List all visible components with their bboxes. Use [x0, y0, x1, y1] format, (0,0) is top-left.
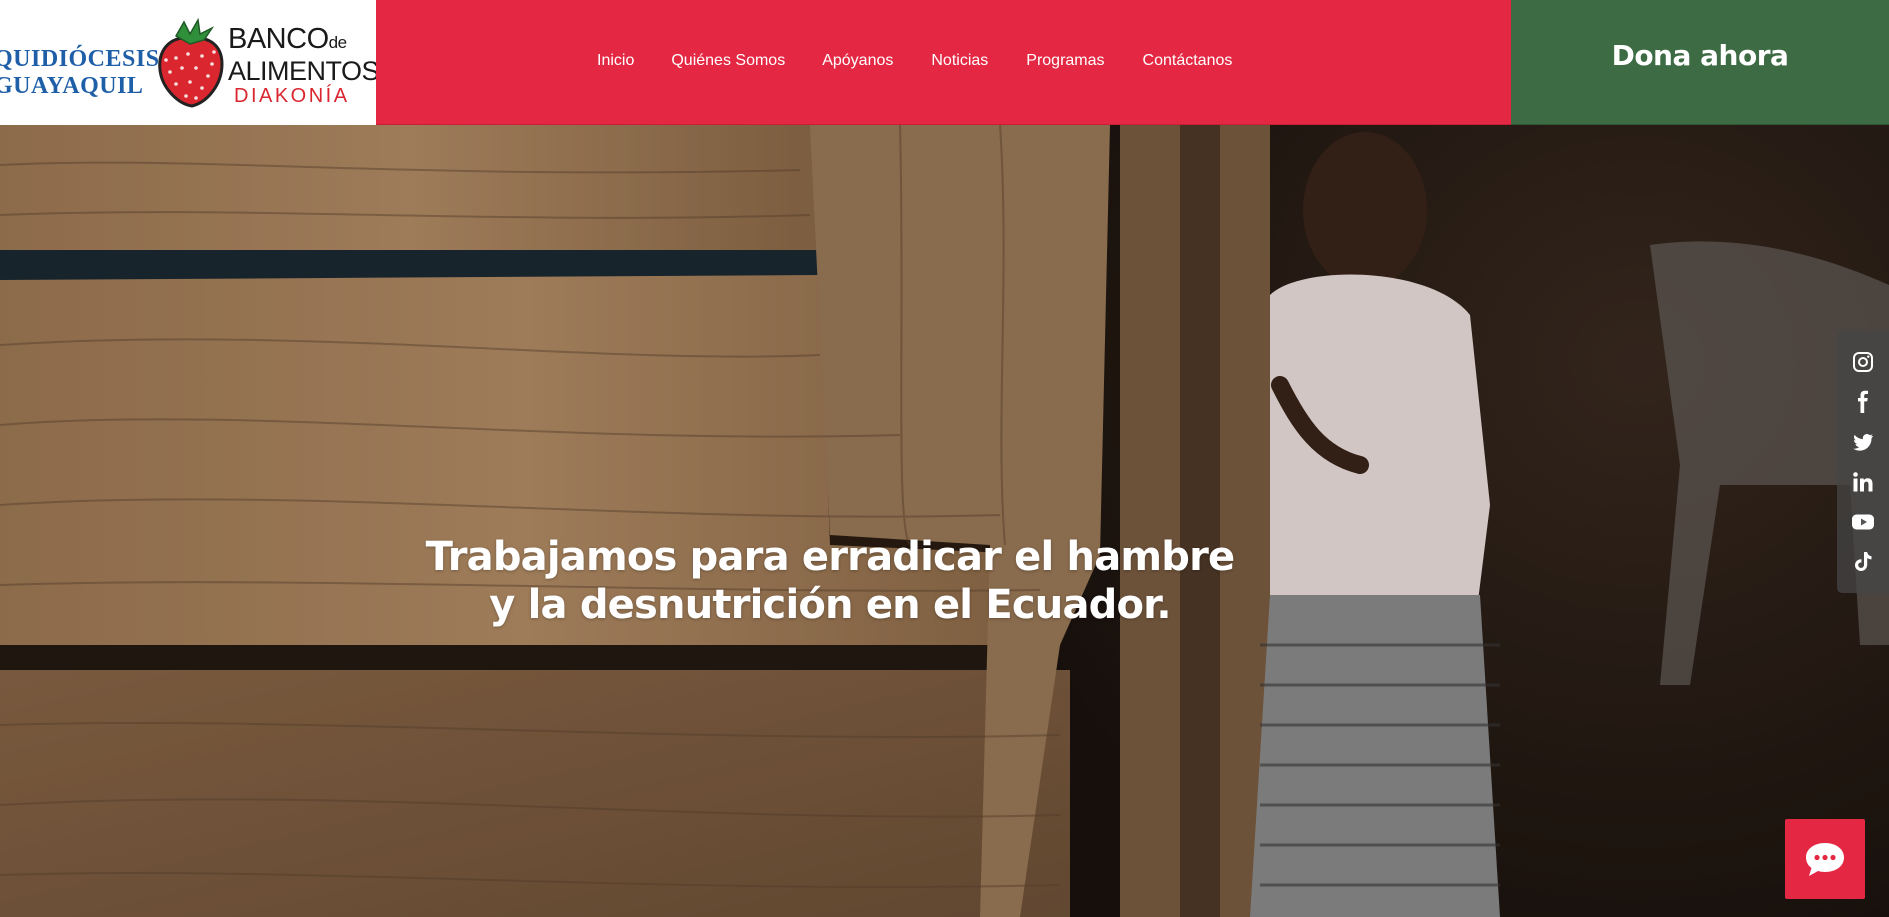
site-header: QUIDIÓCESIS GUAYAQUIL BANCOde ALIMENTOS … — [0, 0, 1889, 125]
archdiocese-logo[interactable]: QUIDIÓCESIS GUAYAQUIL — [0, 46, 160, 100]
nav-item-contactanos[interactable]: Contáctanos — [1143, 52, 1233, 70]
strawberry-icon[interactable] — [154, 18, 226, 108]
hero-photo — [0, 125, 1889, 917]
archdiocese-logo-line1: QUIDIÓCESIS — [0, 46, 160, 72]
banco-logo-line3: DIAKONÍA — [234, 85, 350, 107]
tiktok-icon[interactable] — [1851, 550, 1875, 574]
linkedin-icon[interactable] — [1851, 470, 1875, 494]
banco-alimentos-logo[interactable]: BANCOde ALIMENTOS DIAKONÍA — [228, 23, 376, 107]
nav-item-programas[interactable]: Programas — [1026, 52, 1104, 70]
facebook-icon[interactable] — [1851, 390, 1875, 414]
social-bar — [1837, 331, 1889, 593]
hero-headline-line1: Trabajamos para erradicar el hambre — [425, 534, 1236, 580]
hero-headline: Trabajamos para erradicar el hambre y la… — [330, 533, 1330, 629]
nav-item-apoyanos[interactable]: Apóyanos — [822, 52, 893, 70]
chat-bubble-icon — [1806, 843, 1844, 876]
twitter-icon[interactable] — [1851, 430, 1875, 454]
donate-button-label: Dona ahora — [1611, 38, 1789, 72]
banco-logo-line2: ALIMENTOS — [228, 56, 376, 86]
main-nav: Inicio Quiénes Somos Apóyanos Noticias P… — [376, 0, 1511, 125]
chat-button[interactable] — [1785, 819, 1865, 899]
youtube-icon[interactable] — [1851, 510, 1875, 534]
hero-banner: Trabajamos para erradicar el hambre y la… — [0, 125, 1889, 917]
banco-logo-de: de — [328, 33, 347, 52]
archdiocese-logo-line2: GUAYAQUIL — [0, 73, 144, 99]
nav-item-inicio[interactable]: Inicio — [597, 52, 634, 70]
donate-button[interactable]: Dona ahora — [1511, 0, 1889, 125]
nav-item-noticias[interactable]: Noticias — [931, 52, 988, 70]
nav-item-quienes-somos[interactable]: Quiénes Somos — [671, 52, 785, 70]
logo-area: QUIDIÓCESIS GUAYAQUIL BANCOde ALIMENTOS … — [0, 0, 376, 125]
hero-headline-line2: y la desnutrición en el Ecuador. — [489, 582, 1171, 628]
instagram-icon[interactable] — [1851, 350, 1875, 374]
nav-items: Inicio Quiénes Somos Apóyanos Noticias P… — [597, 52, 1232, 70]
banco-logo-line1: BANCO — [228, 23, 329, 55]
